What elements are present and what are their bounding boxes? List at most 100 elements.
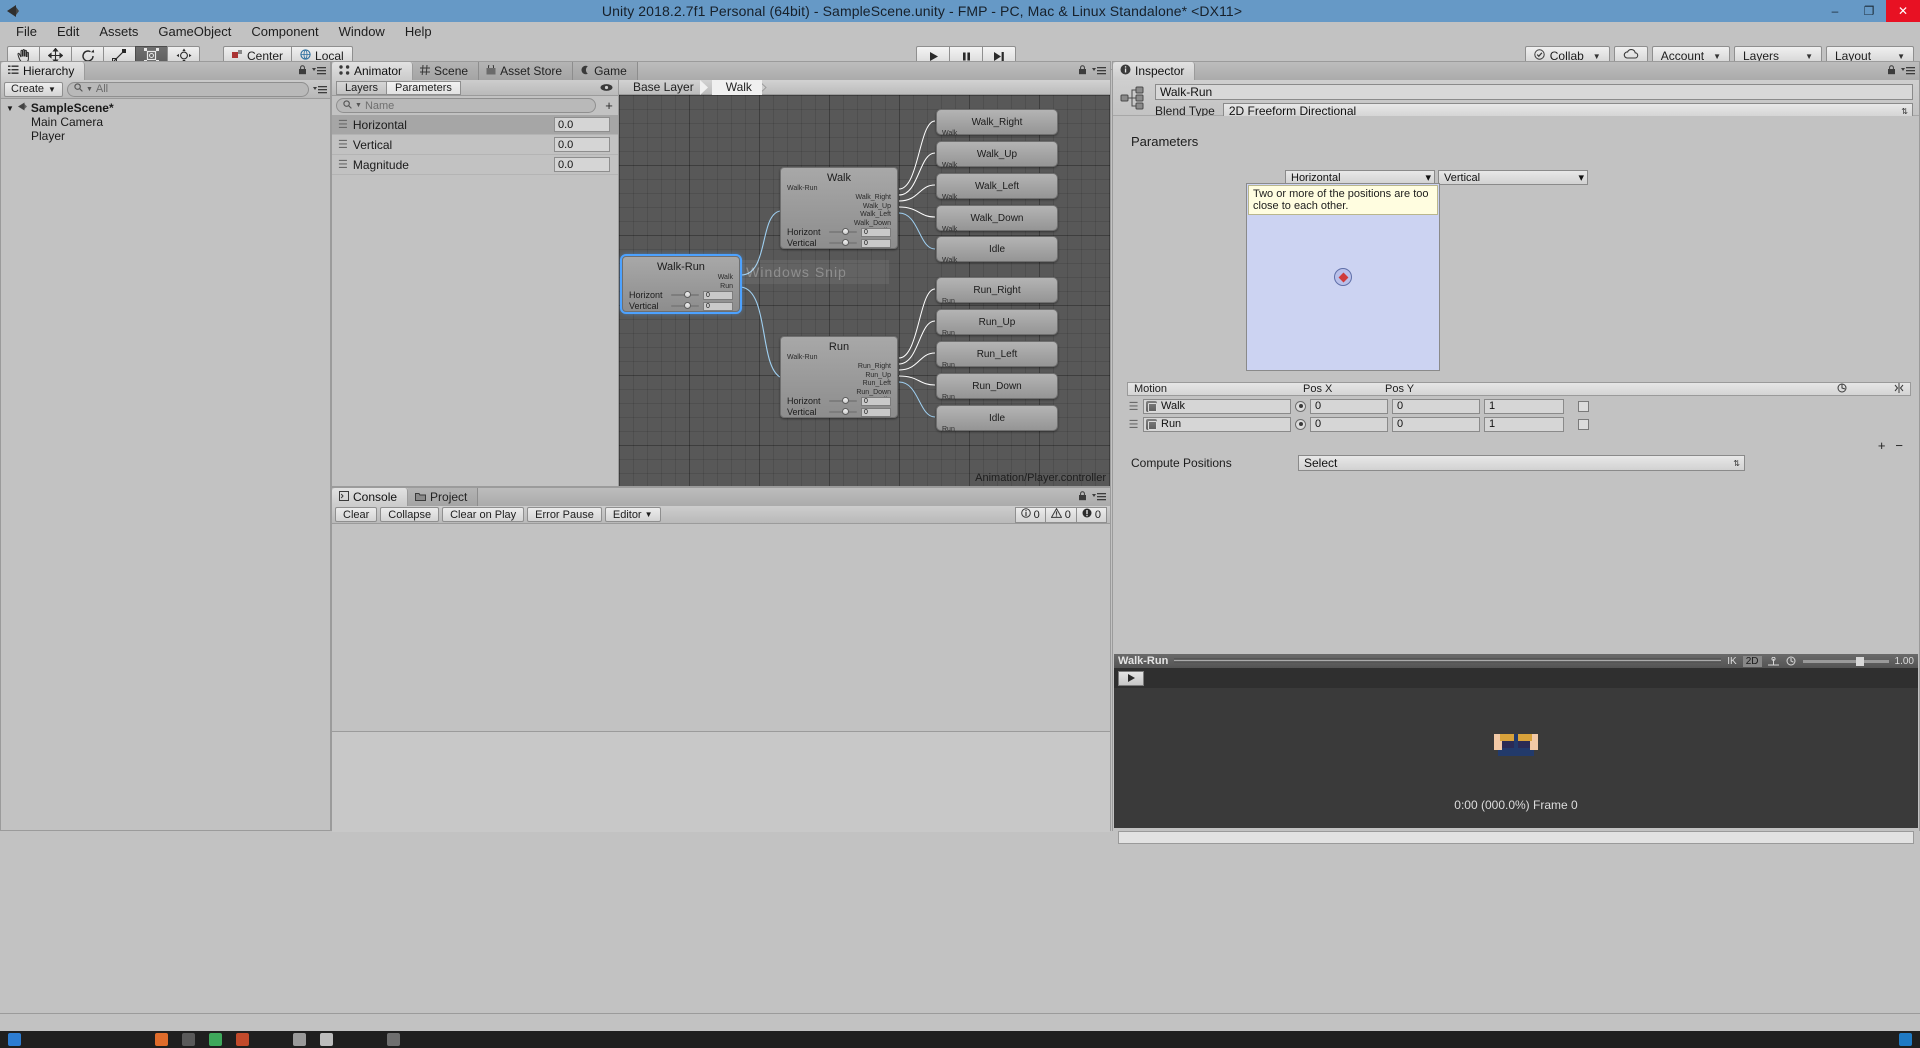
subtab-layers[interactable]: Layers	[336, 80, 388, 95]
node-slider-vertical[interactable]: Vertical 0	[787, 238, 891, 248]
preview-stage[interactable]: 0:00 (000.0%) Frame 0	[1114, 688, 1918, 828]
compute-toggle[interactable]	[1295, 418, 1306, 430]
minimize-button[interactable]: –	[1818, 0, 1852, 22]
compute-positions-dropdown[interactable]: Select ⇅	[1298, 455, 1745, 471]
clear-button[interactable]: Clear	[335, 507, 378, 522]
node-slider-horizontal[interactable]: Horizont 0	[629, 290, 733, 300]
tab-scene[interactable]: Scene	[413, 62, 480, 80]
taskbar-icon-2[interactable]	[155, 1033, 168, 1046]
state-node-walk-up[interactable]: Walk Walk_Up	[936, 141, 1058, 169]
info-counter[interactable]: 0	[1014, 506, 1046, 523]
breadcrumb-base-layer[interactable]: Base Layer	[619, 80, 704, 95]
menu-component[interactable]: Component	[241, 22, 328, 42]
animator-graph-canvas[interactable]: Windows Snip Walk-Run Walk Run Horizont …	[619, 95, 1110, 486]
slider-value[interactable]: 0	[861, 407, 891, 417]
drag-handle-icon[interactable]: ☰	[338, 118, 348, 131]
slider-track[interactable]	[829, 239, 857, 246]
error-pause-button[interactable]: Error Pause	[527, 507, 602, 522]
lock-icon[interactable]	[1078, 489, 1087, 504]
menu-gameobject[interactable]: GameObject	[148, 22, 241, 42]
lock-icon[interactable]	[298, 63, 307, 78]
mirror-checkbox[interactable]	[1578, 400, 1589, 412]
drag-handle-icon[interactable]: ☰	[338, 138, 348, 151]
slider-value[interactable]: 0	[861, 396, 891, 406]
slider-value[interactable]: 0	[861, 227, 891, 237]
node-slider-vertical[interactable]: Vertical 0	[787, 407, 891, 417]
tab-inspector[interactable]: Inspector	[1113, 62, 1196, 80]
preview-ik-toggle[interactable]: IK	[1727, 656, 1736, 667]
slider-knob[interactable]	[683, 291, 691, 298]
slider-track[interactable]	[829, 228, 857, 235]
hamburger-icon[interactable]	[312, 63, 326, 78]
collapse-button[interactable]: Collapse	[380, 507, 440, 522]
motion-field-run[interactable]: Run	[1143, 416, 1291, 432]
taskbar-icon-4[interactable]	[209, 1033, 222, 1046]
hierarchy-item-main-camera[interactable]: Main Camera	[1, 115, 330, 129]
blend-position-marker[interactable]	[1334, 268, 1352, 286]
console-detail-pane[interactable]	[332, 732, 1110, 832]
parameter-value[interactable]: 0.0	[554, 137, 610, 152]
compute-toggle[interactable]	[1295, 400, 1306, 412]
slider-knob[interactable]	[841, 408, 849, 415]
console-log-list[interactable]	[332, 524, 1110, 832]
parameter-value[interactable]: 0.0	[554, 117, 610, 132]
breadcrumb-walk[interactable]: Walk	[711, 79, 762, 95]
drag-handle-icon[interactable]: ☰	[338, 158, 348, 171]
blend-node-run[interactable]: Run Walk-Run Run_Right Run_Up Run_Left R…	[780, 336, 898, 418]
slider-value[interactable]: 0	[703, 290, 733, 300]
parameter-search-input[interactable]: ▼ Name	[336, 98, 596, 113]
blend-node-walk[interactable]: Walk Walk-Run Walk_Right Walk_Up Walk_Le…	[780, 167, 898, 249]
menu-assets[interactable]: Assets	[89, 22, 148, 42]
preview-speed-slider[interactable]	[1802, 656, 1889, 666]
editor-dropdown[interactable]: Editor ▼	[604, 507, 661, 522]
lock-icon[interactable]	[1078, 63, 1087, 78]
taskbar-icon-9[interactable]	[1899, 1033, 1912, 1046]
slider-value[interactable]: 0	[861, 238, 891, 248]
parameter-y-dropdown[interactable]: Vertical ▾	[1438, 170, 1588, 185]
state-node-walk-right[interactable]: Walk Walk_Right	[936, 109, 1058, 137]
menu-file[interactable]: File	[6, 22, 47, 42]
pos-x-input[interactable]: 0	[1310, 398, 1388, 414]
add-motion-button[interactable]: +	[1878, 438, 1886, 453]
taskbar-icon-7[interactable]	[320, 1033, 333, 1046]
parameter-row-magnitude[interactable]: ☰ Magnitude 0.0	[332, 155, 618, 175]
pos-y-input[interactable]: 0	[1392, 398, 1480, 414]
remove-motion-button[interactable]: −	[1895, 438, 1903, 453]
state-node-run-left[interactable]: Run Run_Left	[936, 341, 1058, 369]
node-slider-horizontal[interactable]: Horizont 0	[787, 227, 891, 237]
state-node-run-down[interactable]: Run Run_Down	[936, 373, 1058, 401]
motion-row-run[interactable]: ☰ Run 0 0 1	[1127, 416, 1911, 432]
create-button[interactable]: Create ▼	[4, 81, 63, 97]
lock-icon[interactable]	[1887, 63, 1896, 78]
slider-knob[interactable]	[841, 228, 849, 235]
drag-handle-icon[interactable]: ☰	[1127, 400, 1139, 413]
menu-edit[interactable]: Edit	[47, 22, 89, 42]
slider-track[interactable]	[829, 408, 857, 415]
taskbar-icon-3[interactable]	[182, 1033, 195, 1046]
maximize-button[interactable]: ❐	[1852, 0, 1886, 22]
tab-animator[interactable]: Animator	[332, 62, 414, 80]
motion-field-walk[interactable]: Walk	[1143, 398, 1291, 414]
close-button[interactable]: ✕	[1886, 0, 1920, 22]
blend-tree-graph[interactable]: Two or more of the positions are too clo…	[1246, 183, 1440, 371]
add-parameter-button[interactable]: +	[600, 98, 618, 113]
slider-knob[interactable]	[683, 302, 691, 309]
hierarchy-search-input[interactable]: ▼ All	[66, 81, 309, 97]
parameter-value[interactable]: 0.0	[554, 157, 610, 172]
hierarchy-item-player[interactable]: Player	[1, 129, 330, 143]
menu-help[interactable]: Help	[395, 22, 442, 42]
warning-counter[interactable]: 0	[1044, 506, 1077, 523]
hamburger-icon[interactable]	[1092, 489, 1106, 504]
blend-node-walk-run[interactable]: Walk-Run Walk Run Horizont 0 Vertical 0	[620, 254, 742, 314]
tab-game[interactable]: Game	[573, 62, 638, 80]
preview-timeline-slider[interactable]	[1118, 830, 1914, 844]
state-node-idle-run[interactable]: Run Idle	[936, 405, 1058, 433]
preview-pivot-icon[interactable]	[1767, 654, 1779, 669]
state-node-run-right[interactable]: Run Run_Right	[936, 277, 1058, 305]
taskbar-icon-6[interactable]	[293, 1033, 306, 1046]
tab-hierarchy[interactable]: Hierarchy	[1, 62, 86, 80]
error-counter[interactable]: 0	[1075, 506, 1107, 523]
slider-knob[interactable]	[841, 397, 849, 404]
parameter-row-vertical[interactable]: ☰ Vertical 0.0	[332, 135, 618, 155]
parameter-row-horizontal[interactable]: ☰ Horizontal 0.0	[332, 115, 618, 135]
